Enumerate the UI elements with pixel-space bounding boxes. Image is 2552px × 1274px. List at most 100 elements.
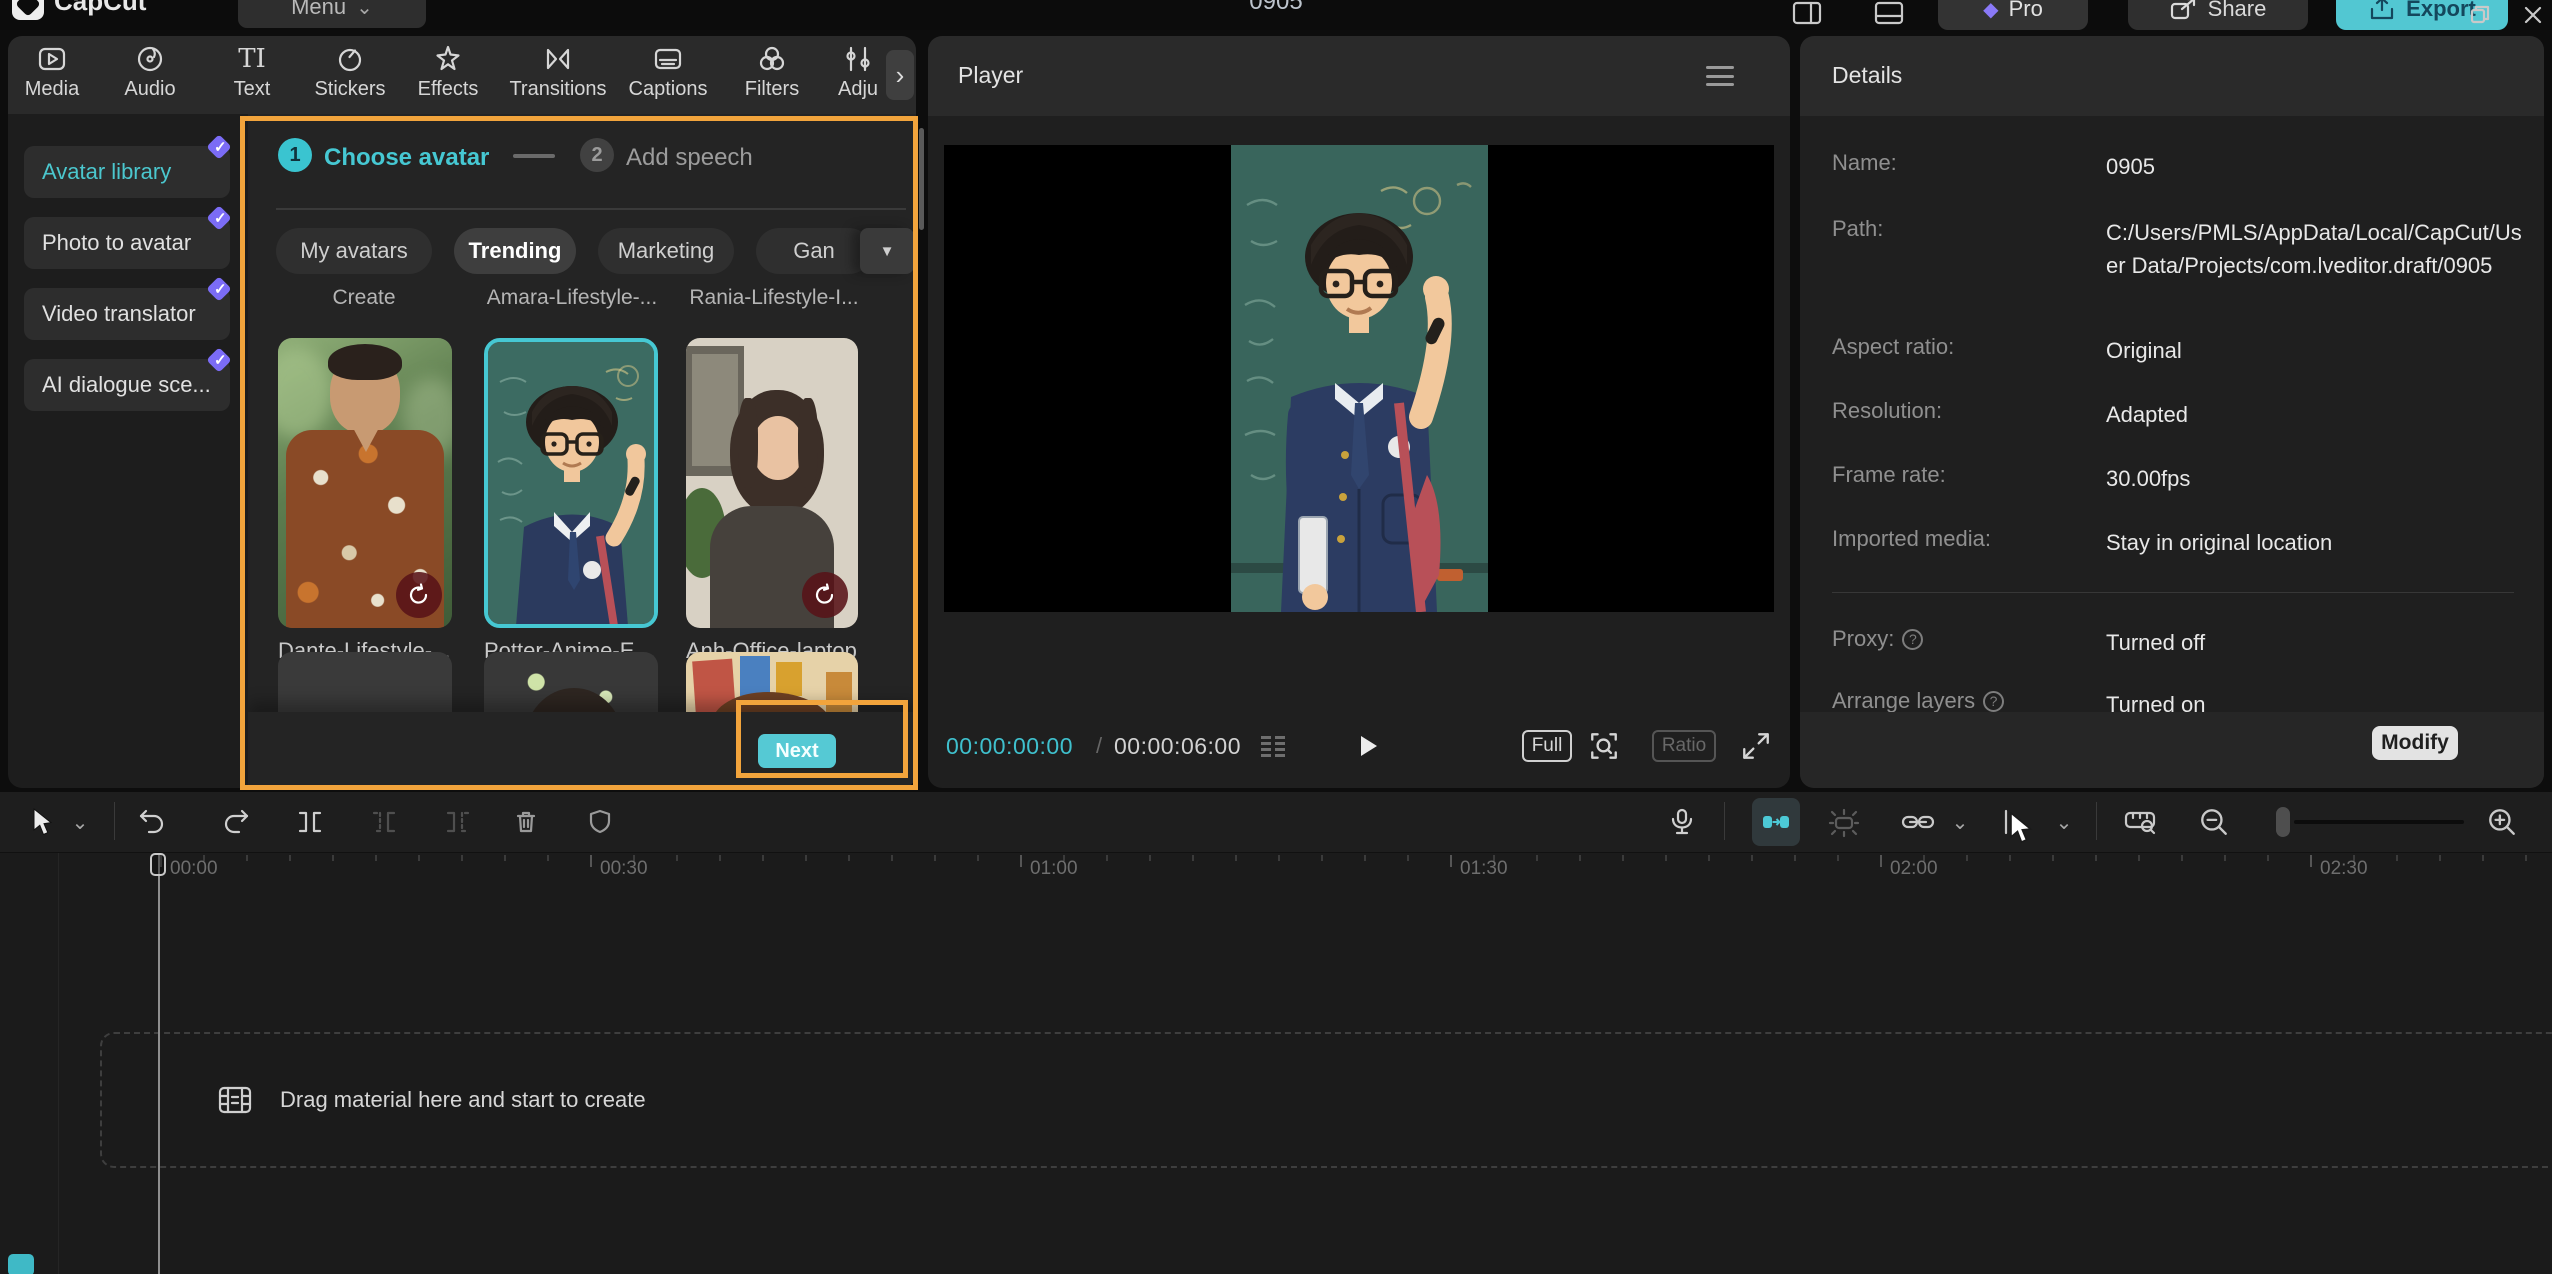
tab-stickers[interactable]: Stickers (295, 44, 405, 101)
row-caption-rania: Rania-Lifestyle-I... (686, 286, 862, 310)
tab-my-avatars[interactable]: My avatars (276, 228, 432, 274)
restore-window-icon[interactable] (2468, 2, 2494, 28)
next-button[interactable]: Next (758, 734, 836, 768)
ruler-minor-tick (1751, 855, 1753, 861)
tab-transitions[interactable]: Transitions (503, 44, 613, 101)
avatar-card-anh[interactable] (686, 338, 858, 628)
ruler-major-tick (1450, 855, 1452, 867)
ruler-minor-tick (805, 855, 807, 861)
refresh-avatar-button[interactable] (396, 572, 442, 618)
zoom-in-button[interactable] (2486, 806, 2518, 838)
layout-bottom-panel-icon[interactable] (1874, 0, 1904, 26)
ruler-minor-tick (1364, 855, 1366, 861)
sidebar-item-avatar-library[interactable]: Avatar library ✓ (24, 146, 230, 198)
avatar-card-potter-selected[interactable] (484, 338, 658, 628)
player-video-preview (1231, 145, 1488, 612)
sidebar-item-ai-dialogue[interactable]: AI dialogue sce... ✓ (24, 359, 230, 411)
media-dropzone[interactable]: Drag material here and start to create (100, 1032, 2552, 1168)
player-header: Player (928, 36, 1790, 116)
ruler-minor-tick (2181, 855, 2183, 861)
link-clips-button[interactable] (1896, 806, 1940, 838)
split-button[interactable] (294, 806, 326, 838)
detail-value: Turned off (2106, 626, 2526, 659)
timeline-ruler[interactable]: 00:0000:3001:0001:3002:0002:30 (0, 852, 2552, 892)
ratio-button[interactable]: Ratio (1652, 730, 1716, 762)
ruler-minor-tick (418, 855, 420, 861)
link-tool-chevron-icon[interactable]: ⌄ (1944, 806, 1976, 838)
tab-captions[interactable]: Captions (613, 44, 723, 101)
delete-left-button[interactable] (368, 806, 400, 838)
timeline-zoom-handle[interactable] (2276, 807, 2290, 837)
sidebar-item-video-translator[interactable]: Video translator ✓ (24, 288, 230, 340)
toolbar-more-button[interactable]: › (886, 50, 914, 100)
step-2-indicator: 2 (580, 138, 614, 172)
timeline-area[interactable]: 00:0000:3001:0001:3002:0002:30 Drag mate… (0, 852, 2552, 1274)
tab-text[interactable]: TI Text (197, 44, 307, 101)
ruler-minor-tick (375, 855, 377, 861)
magnetic-main-track-button[interactable] (1822, 806, 1866, 838)
mask-shield-button[interactable] (584, 806, 616, 838)
zoom-to-fit-button[interactable] (2118, 806, 2164, 838)
tab-gaming[interactable]: Gan (756, 228, 872, 274)
ruler-minor-tick (547, 855, 549, 861)
dropzone-text: Drag material here and start to create (280, 1087, 646, 1113)
preview-axis-chevron-icon[interactable]: ⌄ (2048, 806, 2080, 838)
close-icon[interactable] (2520, 2, 2546, 28)
undo-button[interactable] (136, 806, 168, 838)
detail-value: C:/Users/PMLS/AppData/Local/CapCut/User … (2106, 216, 2526, 282)
ruler-minor-tick (1192, 855, 1194, 861)
zoom-out-button[interactable] (2198, 806, 2230, 838)
redo-button[interactable] (220, 806, 252, 838)
info-icon[interactable]: ? (1983, 691, 2004, 712)
player-menu-icon[interactable] (1706, 66, 1734, 86)
fullscreen-icon[interactable] (1740, 730, 1772, 762)
details-panel: Details Name: 0905 Path: C:/Users/PMLS/A… (1800, 36, 2544, 788)
ruler-major-tick (1020, 855, 1022, 867)
playhead-handle[interactable] (150, 853, 166, 876)
pro-button[interactable]: ◆ Pro (1938, 0, 2088, 30)
ruler-major-tick (2310, 855, 2312, 867)
select-tool-button[interactable] (26, 806, 58, 838)
play-button[interactable] (1352, 730, 1382, 762)
info-icon[interactable]: ? (1902, 629, 1923, 650)
gem-icon: ◆ (1983, 0, 1998, 22)
frame-preview-icon[interactable] (1258, 732, 1288, 760)
select-tool-chevron-icon[interactable]: ⌄ (64, 806, 96, 838)
tab-trending[interactable]: Trending (454, 228, 576, 274)
details-footer: Modify (1800, 712, 2544, 788)
ruler-minor-tick (1106, 855, 1108, 861)
panel-scrollbar[interactable] (919, 128, 924, 230)
sidebar-item-photo-to-avatar[interactable]: Photo to avatar ✓ (24, 217, 230, 269)
delete-right-button[interactable] (442, 806, 474, 838)
ruler-minor-tick (1579, 855, 1581, 861)
preview-axis-button[interactable] (1998, 806, 2030, 838)
stickers-icon (335, 44, 365, 74)
tab-effects[interactable]: Effects (393, 44, 503, 101)
step-2-label: Add speech (626, 144, 753, 172)
timeline-zoom-slider[interactable] (2294, 820, 2464, 824)
avatar-panel: 1 Choose avatar 2 Add speech My avatars … (248, 114, 916, 788)
ruler-minor-tick (1622, 855, 1624, 861)
duration: 00:00:06:00 (1114, 733, 1241, 760)
ruler-minor-tick (934, 855, 936, 861)
film-icon (218, 1084, 252, 1116)
detail-label: Resolution: (1832, 398, 1942, 424)
refresh-avatar-button[interactable] (802, 572, 848, 618)
full-button[interactable]: Full (1522, 730, 1572, 762)
delete-button[interactable] (510, 806, 542, 838)
tab-marketing[interactable]: Marketing (598, 228, 734, 274)
preview-focus-icon[interactable] (1588, 730, 1620, 762)
ruler-major-tick (1880, 855, 1882, 867)
tab-media[interactable]: Media (8, 44, 107, 101)
tabs-more-button[interactable]: ▼ (860, 228, 914, 274)
record-voiceover-button[interactable] (1666, 806, 1698, 838)
auto-snap-button-active[interactable] (1752, 798, 1800, 846)
layout-right-panel-icon[interactable] (1792, 0, 1822, 26)
pro-badge-icon: ✓ (208, 136, 238, 162)
tab-audio[interactable]: Audio (95, 44, 205, 101)
divider (1724, 802, 1725, 840)
modify-button[interactable]: Modify (2372, 726, 2458, 760)
avatar-card-dante[interactable] (278, 338, 452, 628)
playhead-line[interactable] (158, 852, 160, 1274)
share-button[interactable]: Share (2128, 0, 2308, 30)
